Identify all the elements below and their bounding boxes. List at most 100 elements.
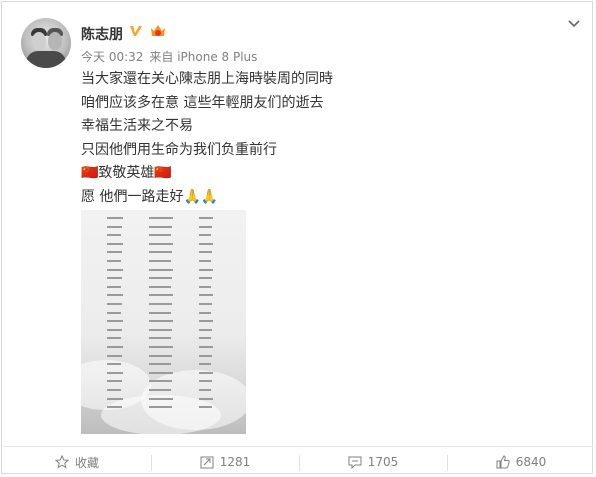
comment-icon xyxy=(348,456,362,469)
post-text-line: 当大家還在关心陳志朋上海時裝周的同時 xyxy=(81,71,333,87)
image-list-cell xyxy=(107,242,123,245)
image-list-cell xyxy=(149,320,173,323)
image-list-cell xyxy=(107,406,122,409)
repost-button[interactable]: 1281 xyxy=(151,447,299,477)
image-list-cell xyxy=(199,251,212,254)
image-list-cell xyxy=(149,346,173,348)
favorite-button[interactable]: 收藏 xyxy=(3,447,151,477)
image-list-cell xyxy=(149,303,172,305)
image-list-cell xyxy=(199,277,212,280)
verified-icon[interactable] xyxy=(129,24,143,38)
post-source: 来自 iPhone 8 Plus xyxy=(149,50,258,64)
image-list-cell xyxy=(149,371,173,374)
image-list-cell xyxy=(107,389,121,391)
post-time[interactable]: 今天 00:32 xyxy=(81,50,143,64)
image-list-cell xyxy=(199,260,211,262)
post-content: 当大家還在关心陳志朋上海時裝周的同時 咱們应该多在意 這些年輕朋友们的逝去 幸福… xyxy=(81,68,561,209)
image-list-cell xyxy=(107,328,122,331)
image-list-cell xyxy=(149,277,172,280)
image-list-cell xyxy=(107,380,122,383)
image-list-cell xyxy=(199,328,212,331)
image-list-cell xyxy=(199,242,213,245)
image-list-cell xyxy=(107,285,121,288)
favorite-label: 收藏 xyxy=(74,455,99,470)
post-text-line: 只因他們用生命为我们负重前行 xyxy=(81,141,277,158)
image-list-cell xyxy=(199,294,213,297)
post-text-line: 愿 他們一路走好🙏🙏 xyxy=(81,188,219,205)
image-list-cell xyxy=(149,397,173,400)
image-list-cell xyxy=(149,354,172,357)
image-list-cell xyxy=(107,268,123,271)
image-list-cell xyxy=(149,294,173,297)
post-text-line: 咱們应该多在意 這些年輕朋友们的逝去 xyxy=(81,94,324,111)
image-list-cell xyxy=(107,337,121,340)
image-list-cell xyxy=(107,346,123,348)
image-list-cell xyxy=(199,311,211,314)
image-list-cell xyxy=(107,251,122,254)
image-list-cell xyxy=(107,397,123,400)
author-name[interactable]: 陈志朋 xyxy=(81,24,123,44)
image-list-cell xyxy=(149,406,172,409)
avatar-face xyxy=(48,32,62,50)
image-list-cell xyxy=(149,217,173,219)
image-list-cell xyxy=(149,251,172,254)
post-image[interactable] xyxy=(81,210,246,434)
image-list-cell xyxy=(149,285,171,288)
comment-button[interactable]: 1705 xyxy=(299,447,447,477)
image-list-cell xyxy=(199,406,212,409)
chevron-down-icon[interactable] xyxy=(566,16,582,32)
action-bar: 收藏 1281 1705 6840 xyxy=(3,446,595,476)
image-list-cell xyxy=(107,225,122,228)
image-list-cell xyxy=(199,363,211,366)
image-list-row xyxy=(81,403,246,412)
image-list-cell xyxy=(107,363,121,366)
repost-count: 1281 xyxy=(219,455,251,469)
image-list-cell xyxy=(107,311,121,314)
image-list-cell xyxy=(199,354,212,357)
like-icon xyxy=(496,455,510,469)
image-list-cell xyxy=(107,303,122,305)
image-list-cell xyxy=(199,234,211,237)
image-list-cell xyxy=(149,268,173,271)
image-list-cell xyxy=(107,294,123,297)
image-list-cell xyxy=(199,217,213,219)
image-list-cell xyxy=(199,303,212,305)
image-list-cell xyxy=(107,217,123,219)
repost-icon xyxy=(200,456,214,469)
image-list-cell xyxy=(199,225,212,228)
image-list-cell xyxy=(199,380,212,383)
avatar[interactable] xyxy=(21,18,71,68)
comment-count: 1705 xyxy=(367,455,399,469)
image-list-cell xyxy=(199,346,213,348)
image-list-cell xyxy=(199,371,213,374)
image-list-cell xyxy=(199,320,213,323)
avatar-body xyxy=(26,51,66,68)
image-list-cell xyxy=(107,320,123,323)
image-list-cell xyxy=(149,311,171,314)
image-list-cell xyxy=(107,371,123,374)
like-button[interactable]: 6840 xyxy=(447,447,595,477)
image-list-cell xyxy=(149,389,171,391)
image-list-cell xyxy=(199,397,213,400)
post-meta: 今天 00:32 来自 iPhone 8 Plus xyxy=(81,48,263,65)
weibo-post-card: 陈志朋 今天 00:32 来自 iPhone 8 Plus 当大家還在关心陳志朋上… xyxy=(1,1,595,476)
image-list-cell xyxy=(149,328,172,331)
image-list-cell xyxy=(107,234,121,237)
post-text-line: 🇨🇳致敬英雄🇨🇳 xyxy=(81,165,172,181)
image-list-cell xyxy=(199,337,211,340)
image-list-cell xyxy=(149,242,173,245)
image-list-cell xyxy=(149,260,171,262)
post-text-line: 幸福生活来之不易 xyxy=(81,118,193,134)
image-list-cell xyxy=(107,354,122,357)
member-badge-icon[interactable] xyxy=(149,22,167,40)
image-list-cell xyxy=(107,277,122,280)
star-icon xyxy=(54,455,69,469)
avatar-face xyxy=(32,32,46,50)
image-list-cell xyxy=(199,389,211,391)
image-list-cell xyxy=(199,285,211,288)
image-list-cell xyxy=(149,363,171,366)
image-list-cell xyxy=(149,225,172,228)
image-list-cell xyxy=(199,268,213,271)
like-count: 6840 xyxy=(515,455,547,469)
image-list-cell xyxy=(149,234,171,237)
